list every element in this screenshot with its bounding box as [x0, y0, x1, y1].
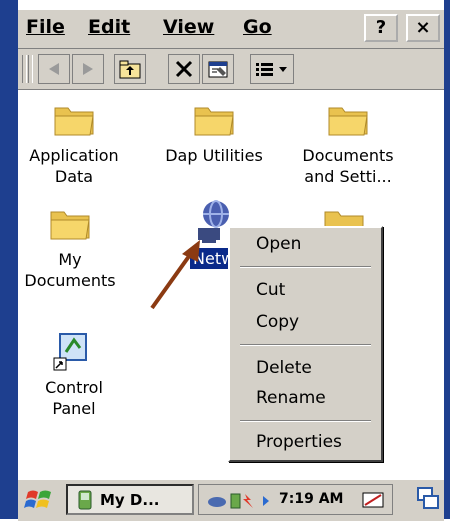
menu-separator: [240, 266, 371, 268]
start-button[interactable]: [24, 486, 54, 518]
menu-item-cut[interactable]: Cut: [256, 280, 285, 300]
menu-item-rename[interactable]: Rename: [256, 388, 326, 408]
tray-icons: [208, 493, 269, 509]
windows-switch-icon: [417, 487, 439, 509]
chevron-right-icon: [263, 496, 269, 506]
device-icon: [78, 490, 92, 510]
window-frame-left: [0, 0, 18, 519]
folder-label: Control Panel: [45, 378, 103, 418]
up-folder-icon: [119, 60, 141, 79]
clock: 7:19 AM: [279, 491, 344, 507]
windows-logo-icon: [24, 490, 51, 508]
system-tray: 7:19 AM: [198, 484, 393, 515]
arrow-left-icon: [49, 63, 59, 75]
folder-documents-and-settings[interactable]: Documents and Setti...: [288, 98, 408, 187]
folder-dap-utilities[interactable]: Dap Utilities: [152, 98, 276, 166]
folder-label: My Documents: [24, 250, 116, 290]
keyboard-input-icon[interactable]: [361, 489, 387, 511]
folder-my-documents[interactable]: My Documents: [20, 202, 120, 291]
menu-go-label: Go: [243, 16, 272, 38]
folder-icon-hidden: [324, 211, 364, 228]
menu-item-properties[interactable]: Properties: [256, 432, 342, 452]
menu-view-label: View: [163, 16, 215, 38]
taskbar-button-my-documents[interactable]: My D...: [66, 484, 194, 515]
menu-go[interactable]: Go: [243, 16, 272, 38]
menu-item-delete[interactable]: Delete: [256, 358, 312, 378]
properties-button[interactable]: [202, 54, 234, 84]
network-status-icon: [208, 497, 226, 507]
folder-label: Application Data: [29, 146, 119, 186]
delete-button[interactable]: [168, 54, 200, 84]
folder-application-data[interactable]: Application Data: [26, 98, 122, 187]
folder-icon: [54, 107, 94, 136]
folder-control-panel[interactable]: Control Panel: [26, 328, 122, 419]
chevron-down-icon: [279, 67, 287, 72]
menu-edit-label: Edit: [88, 16, 131, 38]
menu-separator: [240, 420, 371, 422]
menu-file[interactable]: File: [26, 16, 65, 38]
desktop-toggle-button[interactable]: [416, 486, 440, 516]
context-menu: Open Cut Copy Delete Rename Properties: [228, 226, 383, 462]
menu-item-open[interactable]: Open: [256, 234, 301, 254]
toolbar-grip-2: [28, 55, 33, 83]
menu-file-label: File: [26, 16, 65, 38]
view-options-button[interactable]: [250, 54, 294, 84]
menu-edit[interactable]: Edit: [88, 16, 130, 38]
menu-item-copy[interactable]: Copy: [256, 312, 299, 332]
folder-icon: [194, 107, 234, 136]
folder-label: Dap Utilities: [165, 146, 263, 165]
up-folder-button[interactable]: [114, 54, 146, 84]
taskbar-button-label: My D...: [100, 490, 160, 509]
toolbar: [18, 49, 444, 90]
taskbar: My D... 7:19 AM: [18, 478, 444, 521]
close-button[interactable]: ×: [406, 14, 440, 42]
control-panel-icon: [53, 333, 87, 371]
arrow-right-icon: [83, 63, 93, 75]
help-button[interactable]: ?: [364, 14, 398, 42]
folder-label: Documents and Setti...: [302, 146, 394, 186]
list-view-icon: [256, 63, 287, 76]
toolbar-grip[interactable]: [22, 55, 27, 83]
menu-bar: File Edit View Go ? ×: [18, 10, 444, 49]
folder-icon: [50, 211, 90, 240]
forward-button[interactable]: [72, 54, 104, 84]
back-button[interactable]: [38, 54, 70, 84]
properties-icon: [208, 61, 228, 78]
battery-icon: [230, 493, 241, 509]
pointer-arrow-icon: [150, 240, 200, 310]
delete-x-icon: [175, 60, 193, 78]
menu-view[interactable]: View: [163, 16, 214, 38]
menu-separator: [240, 344, 371, 346]
window-frame-right: [444, 0, 450, 519]
folder-icon: [328, 107, 368, 136]
power-icon: [243, 494, 253, 508]
